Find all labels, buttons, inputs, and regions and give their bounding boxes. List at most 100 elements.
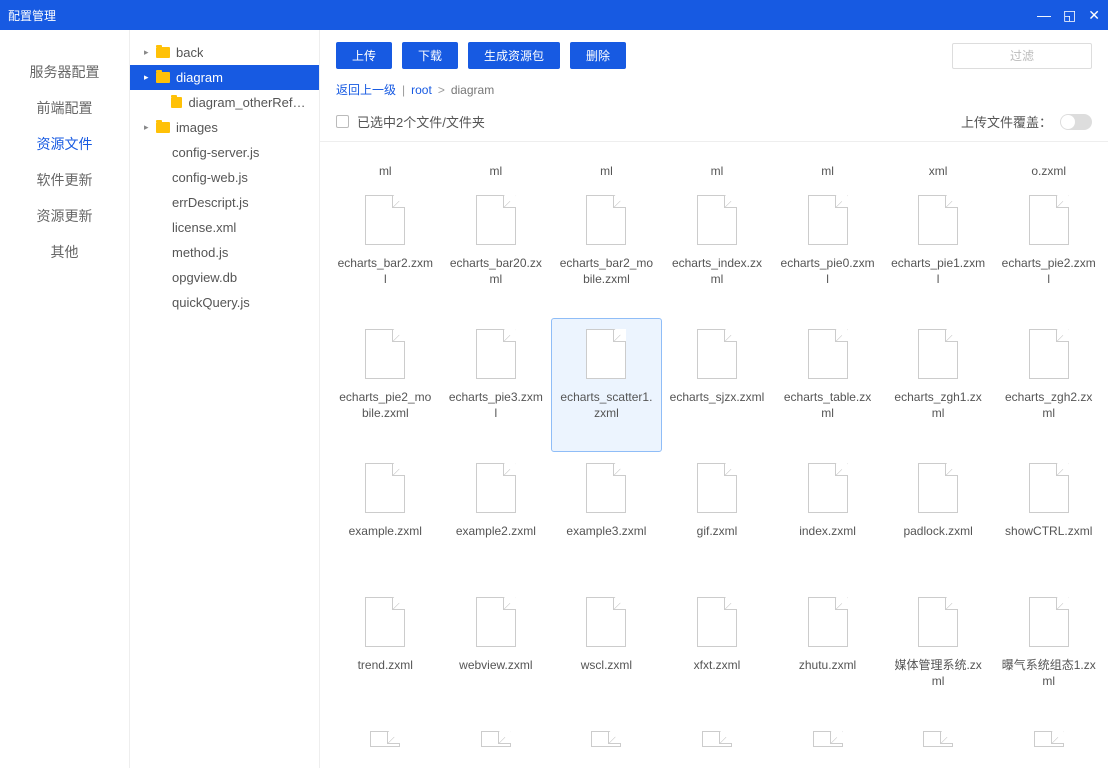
tree-item[interactable]: diagram_otherReference [130,90,319,115]
tree-item[interactable]: opgview.db [130,265,319,290]
file-item[interactable] [772,720,883,768]
file-label: padlock.zxml [903,523,972,539]
upload-button[interactable]: 上传 [336,42,392,69]
tree-item[interactable]: ▸images [130,115,319,140]
file-icon [365,195,405,245]
file-item[interactable]: echarts_bar20.zxml [441,184,552,318]
file-item[interactable] [551,720,662,768]
sidebar-item-5[interactable]: 其他 [0,234,129,270]
file-icon [586,329,626,379]
file-item[interactable]: example.zxml [330,452,441,586]
file-item[interactable]: ml [662,148,773,184]
file-label: example3.zxml [566,523,646,539]
sidebar-item-2[interactable]: 资源文件 [0,126,129,162]
tree-item[interactable]: ▸back [130,40,319,65]
delete-button[interactable]: 删除 [570,42,626,69]
file-item[interactable]: 曝气系统组态1.zxml [993,586,1104,720]
file-item[interactable]: echarts_pie2_mobile.zxml [330,318,441,452]
download-button[interactable]: 下载 [402,42,458,69]
file-icon [370,731,400,747]
file-item[interactable] [993,720,1104,768]
sidebar-item-0[interactable]: 服务器配置 [0,54,129,90]
maximize-icon[interactable]: ◱ [1063,7,1076,24]
file-item[interactable]: padlock.zxml [883,452,994,586]
file-item[interactable] [883,720,994,768]
folder-icon [171,97,183,108]
file-grid-scroll[interactable]: mlmlmlmlmlxmlo.zxmlecharts_bar2.zxmlecha… [320,142,1108,768]
file-item[interactable]: echarts_scatter1.zxml [551,318,662,452]
file-label: ml [711,163,724,179]
file-item[interactable]: gif.zxml [662,452,773,586]
file-label: echarts_index.zxml [669,255,765,287]
file-item[interactable]: index.zxml [772,452,883,586]
file-item[interactable]: echarts_sjzx.zxml [662,318,773,452]
sidebar-item-1[interactable]: 前端配置 [0,90,129,126]
file-icon [476,195,516,245]
breadcrumb-root[interactable]: root [411,83,432,97]
file-icon [481,731,511,747]
file-item[interactable]: ml [551,148,662,184]
file-item[interactable]: echarts_pie1.zxml [883,184,994,318]
file-label: echarts_zgh1.zxml [890,389,986,421]
file-icon [697,195,737,245]
file-item[interactable]: wscl.zxml [551,586,662,720]
file-item[interactable]: showCTRL.zxml [993,452,1104,586]
file-item[interactable]: ml [772,148,883,184]
minimize-icon[interactable]: — [1037,7,1051,23]
generate-package-button[interactable]: 生成资源包 [468,42,560,69]
file-icon [476,329,516,379]
file-item[interactable]: echarts_pie2.zxml [993,184,1104,318]
file-item[interactable]: trend.zxml [330,586,441,720]
file-item[interactable]: echarts_pie0.zxml [772,184,883,318]
file-icon [697,463,737,513]
file-item[interactable]: xml [883,148,994,184]
file-item[interactable]: o.zxml [993,148,1104,184]
sidebar-item-3[interactable]: 软件更新 [0,162,129,198]
file-item[interactable] [441,720,552,768]
tree-item[interactable]: config-web.js [130,165,319,190]
file-item[interactable]: echarts_bar2.zxml [330,184,441,318]
overwrite-toggle[interactable] [1060,114,1092,130]
file-icon [586,195,626,245]
file-item[interactable]: echarts_bar2_mobile.zxml [551,184,662,318]
file-icon [923,731,953,747]
file-item[interactable]: ml [330,148,441,184]
selection-count: 已选中2个文件/文件夹 [357,112,485,131]
file-item[interactable]: xfxt.zxml [662,586,773,720]
file-label: ml [379,163,392,179]
select-all-checkbox[interactable] [336,115,349,128]
file-icon [808,597,848,647]
file-label: index.zxml [799,523,856,539]
tree-item-label: images [176,120,218,135]
tree-item[interactable]: errDescript.js [130,190,319,215]
file-item[interactable]: ml [441,148,552,184]
file-item[interactable]: example3.zxml [551,452,662,586]
file-item[interactable] [662,720,773,768]
file-label: echarts_pie2_mobile.zxml [337,389,433,421]
tree-item[interactable]: quickQuery.js [130,290,319,315]
file-item[interactable]: 媒体管理系统.zxml [883,586,994,720]
sidebar-item-4[interactable]: 资源更新 [0,198,129,234]
file-item[interactable]: echarts_pie3.zxml [441,318,552,452]
file-item[interactable]: zhutu.zxml [772,586,883,720]
file-item[interactable]: echarts_table.zxml [772,318,883,452]
breadcrumb: 返回上一级 | root > diagram [320,77,1108,106]
file-item[interactable] [330,720,441,768]
tree-item[interactable]: method.js [130,240,319,265]
file-item[interactable]: webview.zxml [441,586,552,720]
file-item[interactable]: echarts_index.zxml [662,184,773,318]
tree-item-label: opgview.db [172,270,237,285]
close-icon[interactable]: ✕ [1088,7,1100,24]
file-item[interactable]: echarts_zgh2.zxml [993,318,1104,452]
tree-item[interactable]: ▸diagram [130,65,319,90]
file-item[interactable]: echarts_zgh1.zxml [883,318,994,452]
file-label: echarts_pie3.zxml [448,389,544,421]
caret-icon: ▸ [144,72,154,83]
tree-item[interactable]: config-server.js [130,140,319,165]
window-controls: — ◱ ✕ [1037,7,1100,24]
tree-item[interactable]: license.xml [130,215,319,240]
filter-input[interactable] [952,43,1092,69]
file-item[interactable]: example2.zxml [441,452,552,586]
breadcrumb-back[interactable]: 返回上一级 [336,81,396,98]
file-label: example2.zxml [456,523,536,539]
